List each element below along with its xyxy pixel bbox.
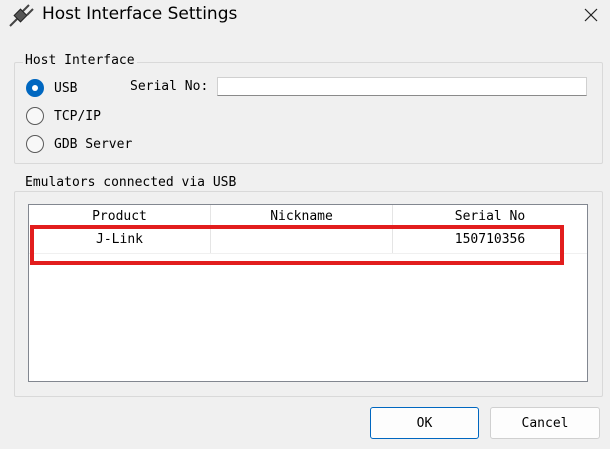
column-header-serial-no[interactable]: Serial No	[393, 205, 587, 227]
radio-usb[interactable]: USB	[26, 76, 77, 100]
host-interface-group-title: Host Interface	[23, 53, 137, 68]
title-bar: Host Interface Settings	[0, 0, 610, 30]
column-header-nickname[interactable]: Nickname	[211, 205, 393, 227]
table-row[interactable]: J-Link 150710356	[29, 227, 587, 254]
close-button[interactable]	[572, 0, 610, 30]
serial-no-input[interactable]	[217, 77, 587, 96]
cancel-button[interactable]: Cancel	[490, 407, 600, 439]
radio-tcpip-label: TCP/IP	[54, 108, 101, 124]
ok-button[interactable]: OK	[370, 407, 479, 439]
column-header-product[interactable]: Product	[29, 205, 211, 227]
radio-gdb-server-indicator[interactable]	[26, 135, 44, 153]
close-icon	[584, 8, 598, 22]
emulators-list-header: Product Nickname Serial No	[29, 205, 587, 227]
emulators-list[interactable]: Product Nickname Serial No J-Link 150710…	[28, 204, 588, 382]
radio-gdb-server[interactable]: GDB Server	[26, 132, 132, 156]
radio-usb-indicator[interactable]	[26, 79, 44, 97]
connector-plug-icon	[8, 2, 36, 28]
window-title: Host Interface Settings	[42, 4, 238, 24]
radio-tcpip-indicator[interactable]	[26, 107, 44, 125]
radio-tcpip[interactable]: TCP/IP	[26, 104, 101, 128]
radio-usb-label: USB	[54, 80, 78, 96]
serial-no-label: Serial No:	[130, 79, 209, 94]
cell-serial-no: 150710356	[454, 232, 526, 247]
radio-gdb-server-label: GDB Server	[54, 136, 133, 152]
emulators-group-title: Emulators connected via USB	[23, 175, 239, 190]
cell-product: J-Link	[29, 227, 211, 253]
cell-nickname	[211, 227, 393, 253]
